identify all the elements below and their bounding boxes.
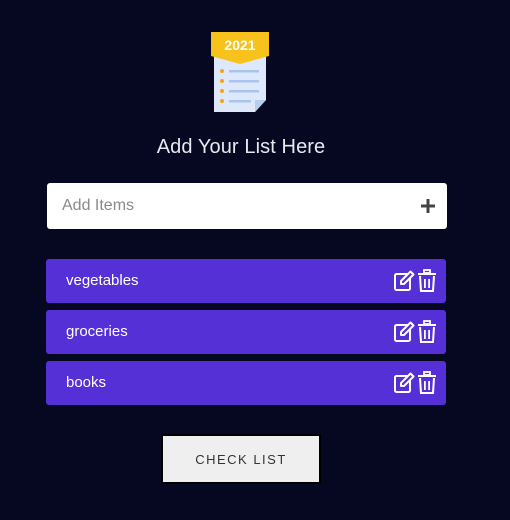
check-list-button[interactable]: CHECK LIST (161, 434, 321, 484)
item-actions (393, 269, 438, 293)
add-item-box (47, 183, 447, 229)
edit-icon[interactable] (393, 371, 415, 395)
item-actions (393, 320, 438, 344)
item-label: vegetables (66, 272, 139, 289)
list-item: vegetables (46, 259, 446, 303)
list-item: groceries (46, 310, 446, 354)
item-label: books (66, 374, 107, 391)
trash-icon[interactable] (416, 371, 438, 395)
edit-icon[interactable] (393, 269, 415, 293)
item-list: vegetables groceries books (46, 259, 446, 412)
todo-app: 2021 Add Your List Here vegetables (0, 0, 510, 520)
item-label: groceries (66, 323, 128, 340)
trash-icon[interactable] (416, 320, 438, 344)
logo-year: 2021 (224, 37, 255, 53)
plus-icon[interactable] (419, 197, 437, 215)
trash-icon[interactable] (416, 269, 438, 293)
page-title: Add Your List Here (156, 136, 326, 158)
list-item: books (46, 361, 446, 405)
edit-icon[interactable] (393, 320, 415, 344)
add-item-input[interactable] (47, 183, 407, 229)
item-actions (393, 371, 438, 395)
checklist-icon: 2021 (211, 32, 269, 112)
